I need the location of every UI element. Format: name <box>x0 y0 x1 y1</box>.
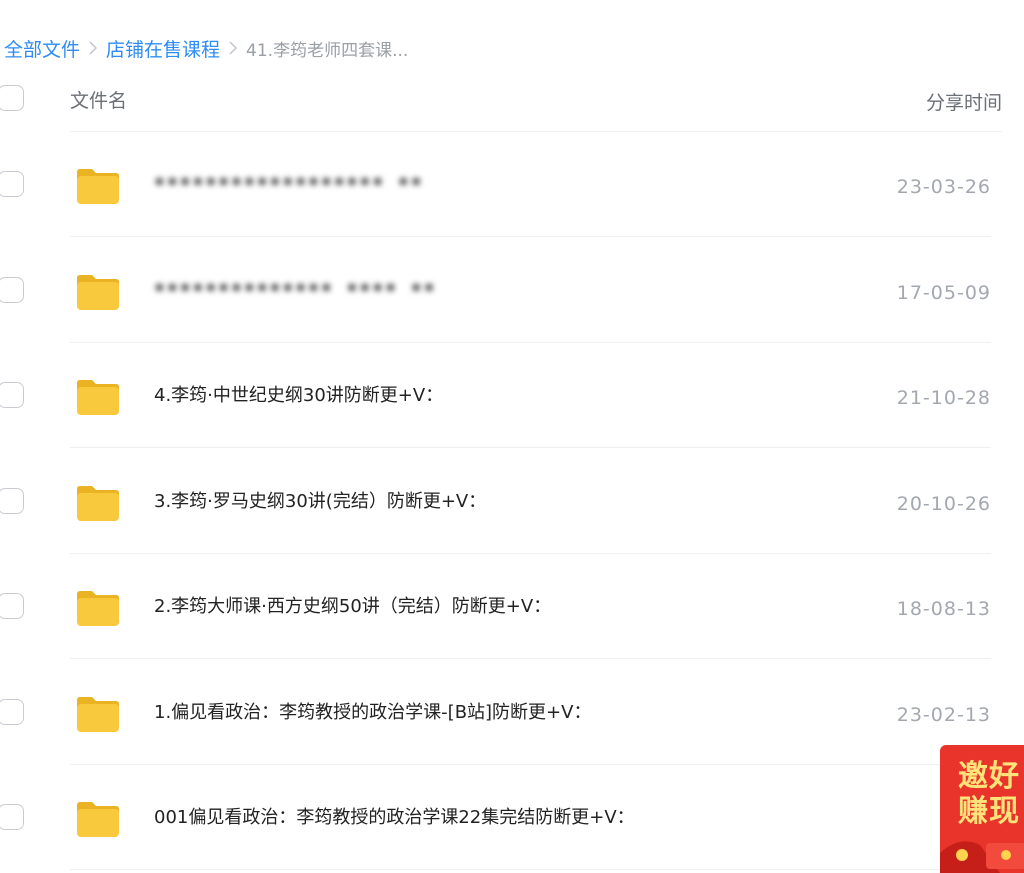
folder-icon <box>77 169 119 204</box>
row-checkbox[interactable] <box>0 382 24 408</box>
row-checkbox[interactable] <box>0 593 24 619</box>
breadcrumb-all-files[interactable]: 全部文件 <box>4 35 80 62</box>
file-name[interactable]: 2.李筠大师课·西方史纲50讲（完结）防断更+V： <box>154 592 551 618</box>
chevron-right-icon <box>220 33 246 63</box>
row-checkbox[interactable] <box>0 804 24 830</box>
file-row[interactable]: 3.李筠·罗马史纲30讲(完结）防断更+V： 20-10-26 <box>0 449 1024 554</box>
file-row[interactable]: ▪▪▪▪▪▪▪▪▪▪▪▪▪▪ ▪▪▪▪ ▪▪ 17-05-09 <box>0 238 1024 343</box>
file-name[interactable]: 001偏见看政治：李筠教授的政治学课22集完结防断更+V： <box>154 803 635 829</box>
promo-line-2: 赚现 <box>958 794 1020 829</box>
file-name[interactable]: ▪▪▪▪▪▪▪▪▪▪▪▪▪▪▪▪▪▪ ▪▪ <box>154 170 424 191</box>
breadcrumb-store-courses[interactable]: 店铺在售课程 <box>106 35 220 62</box>
row-checkbox[interactable] <box>0 487 24 514</box>
file-name[interactable]: 3.李筠·罗马史纲30讲(完结）防断更+V： <box>154 487 486 513</box>
share-date: 21-10-28 <box>896 387 991 409</box>
folder-icon <box>77 802 119 837</box>
file-name[interactable]: ▪▪▪▪▪▪▪▪▪▪▪▪▪▪ ▪▪▪▪ ▪▪ <box>154 276 436 297</box>
file-row[interactable]: 2.李筠大师课·西方史纲50讲（完结）防断更+V： 18-08-13 <box>0 554 1024 659</box>
breadcrumb-current-folder: 41.李筠老师四套课... <box>246 40 409 61</box>
column-header-name[interactable]: 文件名 <box>70 86 127 113</box>
divider <box>70 869 991 870</box>
row-checkbox[interactable] <box>0 276 24 303</box>
share-date: 17-05-09 <box>896 281 991 304</box>
folder-icon <box>77 696 119 732</box>
invite-promo-banner[interactable]: 邀好 赚现 <box>940 745 1024 873</box>
chevron-right-icon <box>80 33 106 63</box>
folder-icon <box>77 274 119 310</box>
column-header-share-time[interactable]: 分享时间 <box>926 88 1002 115</box>
file-row[interactable]: 1.偏见看政治：李筠教授的政治学课-[B站]防断更+V： 23-02-13 <box>0 660 1024 765</box>
share-date: 18-08-13 <box>896 598 991 620</box>
share-date: 23-02-13 <box>896 703 991 726</box>
file-list-header: 文件名 分享时间 <box>0 80 1024 132</box>
folder-icon <box>77 380 119 415</box>
row-checkbox[interactable] <box>0 698 24 725</box>
file-name[interactable]: 4.李筠·中世纪史纲30讲防断更+V： <box>154 381 443 407</box>
select-all-checkbox[interactable] <box>0 85 24 111</box>
file-name[interactable]: 1.偏见看政治：李筠教授的政治学课-[B站]防断更+V： <box>154 698 591 724</box>
file-row[interactable]: 001偏见看政治：李筠教授的政治学课22集完结防断更+V：23-0 <box>0 765 1024 870</box>
breadcrumb: 全部文件 店铺在售课程 41.李筠老师四套课... <box>4 33 408 63</box>
folder-icon <box>77 591 119 626</box>
folder-icon <box>77 485 119 521</box>
red-envelope-icon <box>940 841 1024 873</box>
row-checkbox[interactable] <box>0 171 24 197</box>
share-date: 20-10-26 <box>896 492 991 515</box>
share-date: 23-03-26 <box>896 176 991 198</box>
file-row[interactable]: 4.李筠·中世纪史纲30讲防断更+V： 21-10-28 <box>0 343 1024 448</box>
file-row[interactable]: ▪▪▪▪▪▪▪▪▪▪▪▪▪▪▪▪▪▪ ▪▪ 23-03-26 <box>0 132 1024 237</box>
